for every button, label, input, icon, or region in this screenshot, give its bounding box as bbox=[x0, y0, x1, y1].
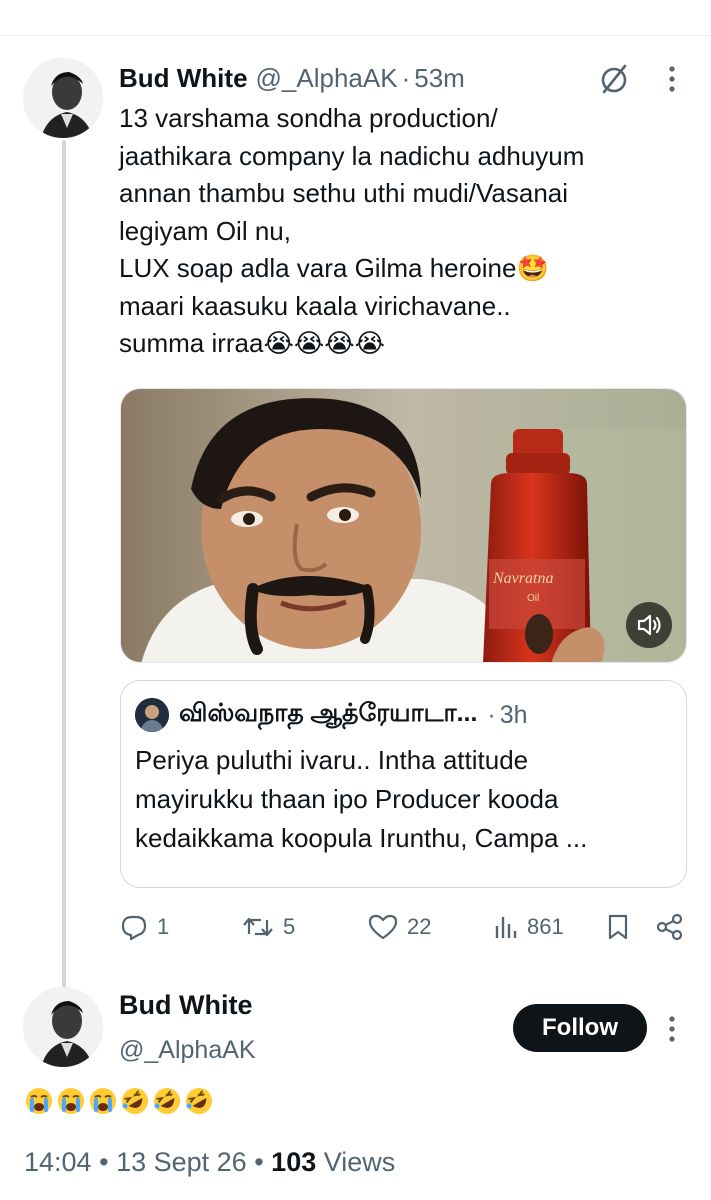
separator-dot: · bbox=[401, 62, 411, 93]
rofl-emoji-icon bbox=[154, 1088, 180, 1114]
top-divider bbox=[0, 0, 711, 36]
author-name[interactable]: Bud White bbox=[119, 63, 248, 94]
quoted-author-name: விஸ்வநாத ஆத்ரேயாடா... bbox=[179, 699, 478, 727]
reply-author-handle[interactable]: @_AlphaAK bbox=[119, 1036, 256, 1065]
loudly-crying-emoji-icon bbox=[58, 1088, 84, 1114]
share-button[interactable] bbox=[655, 906, 693, 948]
reply-metadata: 14:04 • 13 Sept 26 • 103 Views bbox=[24, 1147, 395, 1178]
tweet-timestamp[interactable]: 53m bbox=[414, 63, 465, 94]
avatar[interactable] bbox=[23, 58, 103, 138]
tweet-header: Bud White @_AlphaAK · 53m bbox=[119, 60, 679, 96]
follow-button[interactable]: Follow bbox=[513, 1004, 647, 1052]
repost-icon bbox=[243, 917, 273, 937]
quoted-tweet-header: விஸ்வநாத ஆத்ரேயாடா... · 3h bbox=[135, 697, 675, 733]
like-count: 22 bbox=[407, 914, 432, 939]
views-button[interactable]: 861 bbox=[493, 906, 564, 948]
repost-button[interactable]: 5 bbox=[241, 906, 295, 948]
quoted-tweet[interactable]: விஸ்வநாத ஆத்ரேயாடா... · 3h Periya puluth… bbox=[120, 680, 687, 888]
reply-icon bbox=[121, 915, 147, 941]
reply-time[interactable]: 14:04 bbox=[24, 1147, 92, 1177]
tweet-media-video[interactable]: Navratna Oil bbox=[120, 388, 687, 663]
loudly-crying-emoji-icon bbox=[26, 1088, 52, 1114]
reply-date[interactable]: 13 Sept 26 bbox=[116, 1147, 247, 1177]
loudly-crying-emoji-icon bbox=[90, 1088, 116, 1114]
view-count: 861 bbox=[527, 914, 564, 939]
quoted-time-separator: · bbox=[487, 700, 496, 729]
repost-count: 5 bbox=[283, 914, 296, 939]
reply-avatar[interactable] bbox=[23, 987, 103, 1067]
rofl-emoji-icon bbox=[122, 1088, 148, 1114]
rofl-emoji-icon bbox=[186, 1088, 212, 1114]
bookmark-button[interactable] bbox=[605, 906, 639, 948]
more-options-icon[interactable] bbox=[660, 1014, 684, 1044]
meta-bullet: • bbox=[254, 1147, 264, 1177]
like-button[interactable]: 22 bbox=[367, 906, 431, 948]
reply-views-label: Views bbox=[323, 1147, 396, 1177]
meta-bullet: • bbox=[99, 1147, 109, 1177]
analytics-icon bbox=[495, 917, 517, 938]
bookmark-icon bbox=[608, 914, 628, 940]
bottle-label: Navratna bbox=[492, 570, 553, 587]
quoted-avatar bbox=[135, 698, 169, 732]
mute-toggle-button[interactable] bbox=[626, 602, 672, 648]
grok-icon[interactable] bbox=[596, 61, 632, 97]
bottle-sub-label: Oil bbox=[527, 593, 539, 604]
quoted-timestamp: 3h bbox=[499, 700, 528, 729]
reply-count: 1 bbox=[157, 914, 170, 939]
reply-views-count: 103 bbox=[271, 1147, 317, 1177]
speaker-muted-icon bbox=[637, 614, 661, 636]
author-handle[interactable]: @_AlphaAK bbox=[256, 63, 398, 94]
reply-emoji-text bbox=[24, 1086, 216, 1126]
share-icon bbox=[656, 913, 683, 941]
heart-icon bbox=[368, 914, 398, 940]
reply-button[interactable]: 1 bbox=[119, 906, 169, 948]
reply-author-name[interactable]: Bud White bbox=[119, 990, 252, 1021]
quoted-tweet-text: Periya puluthi ivaru.. Intha attitude ma… bbox=[135, 745, 588, 853]
more-options-icon[interactable] bbox=[660, 64, 684, 94]
tweet-action-bar: 1 5 22 861 bbox=[119, 906, 689, 948]
thread-connector-line bbox=[62, 140, 66, 988]
tweet-text: 13 varshama sondha production/ jaathikar… bbox=[119, 103, 585, 358]
